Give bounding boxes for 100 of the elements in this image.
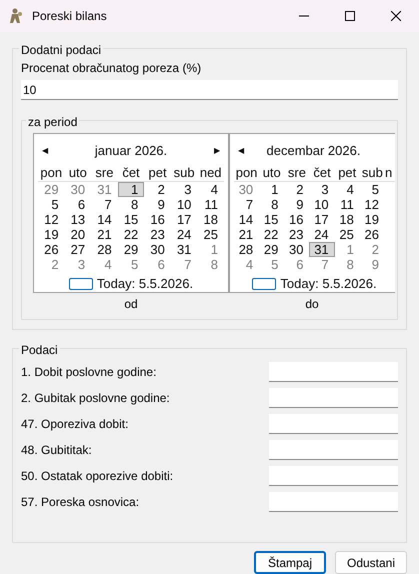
day-cell[interactable]: 8 [118,197,144,212]
day-cell[interactable]: 4 [234,257,260,272]
day-cell[interactable]: 26 [38,242,65,257]
day-cell[interactable]: 6 [284,257,310,272]
today-marker-icon [68,278,93,290]
day-cell[interactable]: 6 [64,197,92,212]
dialog-button[interactable]: Štampaj [254,551,326,574]
day-cell[interactable]: 14 [234,212,260,227]
day-cell[interactable]: 19 [360,212,385,227]
day-cell[interactable]: 31 [309,242,335,257]
day-cell[interactable]: 26 [360,227,385,242]
day-cell[interactable]: 9 [360,257,385,272]
day-cell[interactable]: 30 [144,242,171,257]
day-cell[interactable]: 31 [91,182,118,197]
day-cell[interactable]: 21 [234,227,260,242]
day-cell[interactable]: 17 [309,212,335,227]
value-input[interactable] [269,440,398,460]
day-cell[interactable]: 9 [284,197,310,212]
day-cell[interactable]: 10 [170,197,198,212]
day-cell[interactable]: 5 [259,257,284,272]
day-cell[interactable]: 27 [64,242,92,257]
value-input[interactable] [269,492,398,512]
day-cell[interactable]: 4 [91,257,118,272]
day-cell[interactable]: 18 [334,212,360,227]
calendar[interactable]: ◀ januar 2026. ▶ pon uto sre čet pet sub ned 29 30 31 1 2 3 4 5 6 7 8 9 10 11 12 13 14 15 16 17 18 19 20 21 22 23 24 25 26 27 28 29 30 31 1 2 3 4 5 6 7 8 Today: 5.5.2026. [33,133,229,293]
day-cell[interactable]: 1 [259,182,284,197]
day-cell[interactable]: 3 [309,182,335,197]
day-cell[interactable]: 2 [360,242,385,257]
day-cell[interactable]: 30 [64,182,92,197]
day-cell[interactable]: 7 [309,257,335,272]
day-cell[interactable]: 6 [144,257,171,272]
month-title[interactable]: decembar 2026. [266,141,360,161]
day-cell[interactable]: 15 [259,212,284,227]
day-cell[interactable]: 15 [118,212,144,227]
day-cell[interactable]: 3 [170,182,198,197]
day-cell[interactable]: 25 [334,227,360,242]
day-cell[interactable]: 5 [360,182,385,197]
value-input[interactable] [269,466,398,486]
day-cell[interactable]: 29 [38,182,65,197]
day-cell[interactable]: 23 [144,227,171,242]
month-title[interactable]: januar 2026. [94,141,168,161]
day-cell[interactable]: 18 [197,212,224,227]
day-cell[interactable]: 16 [284,212,310,227]
day-cell[interactable]: 3 [64,257,92,272]
day-cell[interactable]: 22 [259,227,284,242]
today-link[interactable]: Today: 5.5.2026. [96,274,194,294]
day-cell[interactable]: 7 [234,197,260,212]
day-cell[interactable]: 22 [118,227,144,242]
day-cell[interactable]: 7 [91,197,118,212]
day-cell[interactable]: 4 [197,182,224,197]
day-cell[interactable]: 7 [170,257,198,272]
tax-input[interactable]: 10 [21,80,398,100]
weekday-label: pet [337,164,358,181]
day-cell[interactable]: 25 [197,227,224,242]
day-cell[interactable]: 24 [309,227,335,242]
calendar[interactable]: ◀ decembar 2026. pon uto sre čet pet sub n 30 1 2 3 4 5 7 8 9 10 11 12 14 15 16 17 18 19 21 22 23 24 25 26 28 29 30 31 1 2 4 5 6 7 8 9 Today: 5.5.2026. [229,133,395,293]
day-cell[interactable]: 12 [38,212,65,227]
day-cell[interactable]: 21 [91,227,118,242]
day-cell[interactable]: 28 [91,242,118,257]
day-cell[interactable]: 12 [360,197,385,212]
day-cell[interactable]: 30 [284,242,310,257]
day-cell[interactable]: 10 [309,197,335,212]
day-cell[interactable]: 20 [64,227,92,242]
day-cell[interactable]: 23 [284,227,310,242]
dialog-button[interactable]: Odustani [335,551,407,574]
previous-month-button[interactable]: ◀ [238,145,244,157]
value-input[interactable] [269,388,398,408]
value-input[interactable] [269,362,398,382]
day-cell[interactable]: 29 [259,242,284,257]
day-cell[interactable]: 8 [197,257,224,272]
day-cell[interactable]: 5 [118,257,144,272]
day-cell[interactable]: 1 [197,242,224,257]
calendar-caption: do [305,296,319,313]
day-cell[interactable]: 9 [144,197,171,212]
today-link[interactable]: Today: 5.5.2026. [280,274,377,294]
day-cell[interactable]: 30 [234,182,260,197]
previous-month-button[interactable]: ◀ [42,145,48,157]
day-cell[interactable]: 17 [170,212,198,227]
day-cell[interactable]: 1 [334,242,360,257]
day-cell[interactable]: 2 [38,257,65,272]
day-cell[interactable]: 4 [334,182,360,197]
day-cell[interactable]: 16 [144,212,171,227]
day-cell[interactable]: 19 [38,227,65,242]
value-input[interactable] [269,414,398,434]
day-cell[interactable]: 31 [170,242,198,257]
day-cell[interactable]: 8 [259,197,284,212]
weekday-label: čet [312,164,332,181]
day-cell[interactable]: 11 [197,197,224,212]
day-cell[interactable]: 1 [118,182,144,197]
day-cell[interactable]: 13 [64,212,92,227]
day-cell[interactable]: 28 [234,242,260,257]
day-cell[interactable]: 14 [91,212,118,227]
day-cell[interactable]: 2 [144,182,171,197]
day-cell[interactable]: 29 [118,242,144,257]
day-cell[interactable]: 24 [170,227,198,242]
next-month-button[interactable]: ▶ [214,145,220,157]
day-cell[interactable]: 8 [334,257,360,272]
day-cell[interactable]: 2 [284,182,310,197]
day-cell[interactable]: 11 [334,197,360,212]
day-cell[interactable]: 5 [38,197,65,212]
